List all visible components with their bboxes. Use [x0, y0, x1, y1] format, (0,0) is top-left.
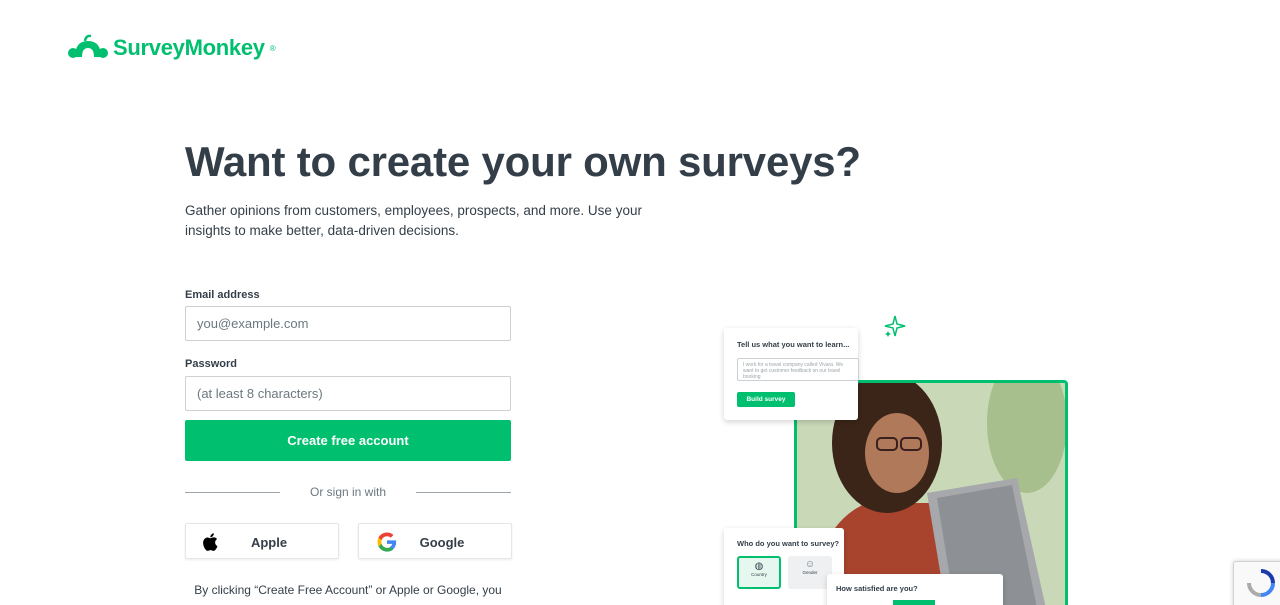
learn-card-title: Tell us what you want to learn... — [737, 340, 850, 349]
recaptcha-icon — [1247, 569, 1275, 597]
option-gender-label: Gender — [802, 570, 818, 575]
legal-text: By clicking “Create Free Account” or App… — [194, 583, 502, 597]
brand-logo[interactable]: SurveyMonkey ® — [67, 33, 276, 63]
apple-label: Apple — [250, 535, 288, 550]
hero-illustration: Tell us what you want to learn... I work… — [720, 310, 1080, 605]
password-label: Password — [185, 358, 237, 370]
google-signin-button[interactable]: Google — [358, 523, 512, 559]
divider-right — [416, 492, 511, 493]
who-card: Who do you want to survey? ◍ Country ☺ G… — [724, 528, 844, 605]
sparkle-icon — [884, 315, 906, 337]
globe-icon: ◍ — [754, 561, 764, 572]
email-label: Email address — [185, 289, 260, 301]
satisfied-card-title: How satisfied are you? — [836, 584, 918, 593]
monkey-logo-icon — [68, 34, 108, 58]
option-country-label: Country — [751, 572, 767, 577]
page-title: Want to create your own surveys? — [185, 138, 861, 185]
divider-text: Or sign in with — [309, 485, 387, 499]
build-survey-button: Build survey — [737, 392, 795, 407]
google-label: Google — [419, 535, 465, 550]
divider-left — [185, 492, 280, 493]
who-card-title: Who do you want to survey? — [737, 539, 840, 548]
password-field[interactable] — [185, 376, 511, 411]
option-gender: ☺ Gender — [788, 556, 832, 589]
brand-name: SurveyMonkey — [113, 35, 265, 60]
create-account-button[interactable]: Create free account — [185, 420, 511, 461]
satisfied-bar — [893, 600, 935, 605]
person-icon: ☺ — [804, 559, 816, 570]
option-country: ◍ Country — [737, 556, 781, 589]
recaptcha-badge[interactable] — [1233, 561, 1280, 605]
email-field[interactable] — [185, 306, 511, 341]
registered-mark: ® — [269, 43, 276, 53]
satisfied-card: How satisfied are you? — [827, 574, 1003, 605]
apple-signin-button[interactable]: Apple — [185, 523, 339, 559]
page-subtitle: Gather opinions from customers, employee… — [185, 203, 642, 238]
learn-card: Tell us what you want to learn... I work… — [724, 328, 859, 420]
learn-card-input: I work for a travel company called Vivar… — [737, 358, 859, 381]
